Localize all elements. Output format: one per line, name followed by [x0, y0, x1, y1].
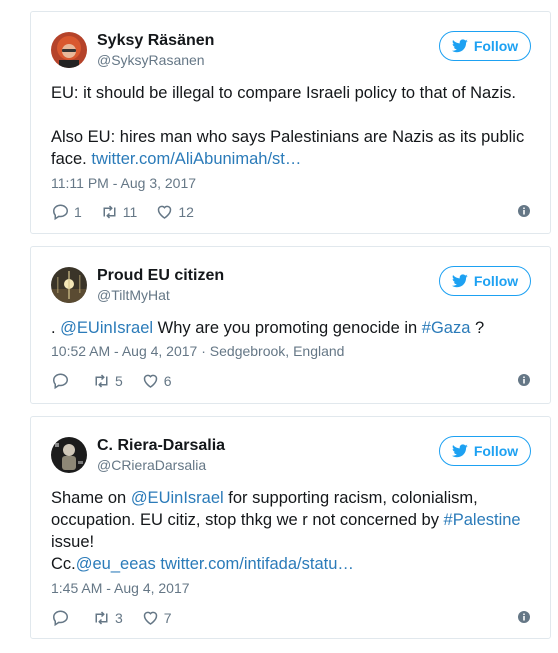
- author-name[interactable]: Syksy Räsänen: [97, 32, 214, 50]
- tweet-text: EU: it should be illegal to compare Isra…: [51, 82, 532, 170]
- avatar[interactable]: [51, 267, 87, 303]
- tweet-timestamp[interactable]: 1:45 AM - Aug 4, 2017: [51, 580, 190, 596]
- heart-icon: [143, 374, 158, 388]
- follow-button[interactable]: Follow: [439, 436, 531, 466]
- hashtag-link[interactable]: #Palestine: [444, 511, 521, 529]
- hashtag-link[interactable]: #Gaza: [422, 319, 471, 337]
- info-icon[interactable]: [518, 611, 530, 623]
- tweet-actions: 3 7: [51, 608, 530, 628]
- like-count: 7: [163, 610, 172, 626]
- mention-link[interactable]: @EUinIsrael: [60, 319, 153, 337]
- reply-icon: [52, 373, 69, 390]
- tweet-link[interactable]: twitter.com/intifada/statu…: [156, 555, 354, 573]
- twitter-bird-icon: [451, 274, 468, 288]
- mention-link[interactable]: @eu_eeas: [76, 555, 156, 573]
- tweet-text: . @EUinIsrael Why are you promoting geno…: [51, 317, 532, 339]
- retweet-count: 11: [122, 204, 138, 220]
- tweet-link[interactable]: twitter.com/AliAbunimah/st…: [91, 150, 301, 168]
- avatar-image: [51, 437, 87, 473]
- follow-label: Follow: [473, 38, 519, 54]
- retweet-icon: [95, 611, 108, 625]
- author-handle[interactable]: @CRieraDarsalia: [97, 457, 206, 473]
- follow-button[interactable]: Follow: [439, 266, 531, 296]
- retweet-button[interactable]: 11: [100, 203, 138, 221]
- author-name[interactable]: Proud EU citizen: [97, 267, 224, 285]
- author-handle[interactable]: @TiltMyHat: [97, 287, 170, 303]
- reply-button[interactable]: [51, 609, 74, 627]
- follow-label: Follow: [473, 443, 519, 459]
- reply-icon: [52, 610, 69, 627]
- info-icon[interactable]: [518, 374, 530, 386]
- tweet-card: Syksy Räsänen @SyksyRasanen Follow EU: i…: [30, 11, 551, 234]
- tweet-card: Proud EU citizen @TiltMyHat Follow . @EU…: [30, 246, 551, 404]
- follow-label: Follow: [473, 273, 519, 289]
- reply-button[interactable]: 1: [51, 203, 82, 221]
- like-count: 6: [163, 373, 172, 389]
- tweet-line: Also EU: hires man who says Palestinians…: [51, 128, 525, 168]
- tweet-line: Cc.@eu_eeas twitter.com/intifada/statu…: [51, 555, 354, 573]
- info-icon[interactable]: [518, 205, 530, 217]
- like-button[interactable]: 6: [141, 372, 172, 390]
- tweet-actions: 1 11 12: [51, 202, 530, 222]
- retweet-button[interactable]: 5: [92, 372, 123, 390]
- author-handle[interactable]: @SyksyRasanen: [97, 52, 205, 68]
- avatar[interactable]: [51, 32, 87, 68]
- tweet-location: · Sedgebrook, England: [197, 343, 345, 359]
- like-count: 12: [178, 204, 194, 220]
- reply-icon: [52, 204, 69, 221]
- follow-button[interactable]: Follow: [439, 31, 531, 61]
- avatar[interactable]: [51, 437, 87, 473]
- tweet-line: Shame on @EUinIsrael for supporting raci…: [51, 489, 521, 551]
- like-button[interactable]: 12: [155, 203, 194, 221]
- twitter-bird-icon: [451, 39, 468, 53]
- avatar-image: [51, 32, 87, 68]
- reply-button[interactable]: [51, 372, 74, 390]
- mention-link[interactable]: @EUinIsrael: [131, 489, 224, 507]
- author-name[interactable]: C. Riera-Darsalia: [97, 437, 225, 455]
- retweet-icon: [95, 374, 108, 388]
- tweet-timestamp[interactable]: 10:52 AM - Aug 4, 2017 · Sedgebrook, Eng…: [51, 343, 344, 359]
- tweet-text: Shame on @EUinIsrael for supporting raci…: [51, 487, 532, 575]
- like-button[interactable]: 7: [141, 609, 172, 627]
- retweet-icon: [103, 205, 116, 219]
- reply-count: 1: [74, 204, 82, 220]
- heart-icon: [143, 611, 158, 625]
- tweet-line: . @EUinIsrael Why are you promoting geno…: [51, 319, 485, 337]
- heart-icon: [158, 205, 172, 219]
- tweet-timestamp[interactable]: 11:11 PM - Aug 3, 2017: [51, 175, 196, 191]
- twitter-bird-icon: [451, 444, 468, 458]
- retweet-button[interactable]: 3: [92, 609, 123, 627]
- tweet-line: EU: it should be illegal to compare Isra…: [51, 84, 516, 102]
- tweet-card: C. Riera-Darsalia @CRieraDarsalia Follow…: [30, 416, 551, 639]
- tweet-actions: 5 6: [51, 371, 530, 391]
- avatar-image: [51, 267, 87, 303]
- retweet-count: 5: [115, 373, 123, 389]
- retweet-count: 3: [115, 610, 123, 626]
